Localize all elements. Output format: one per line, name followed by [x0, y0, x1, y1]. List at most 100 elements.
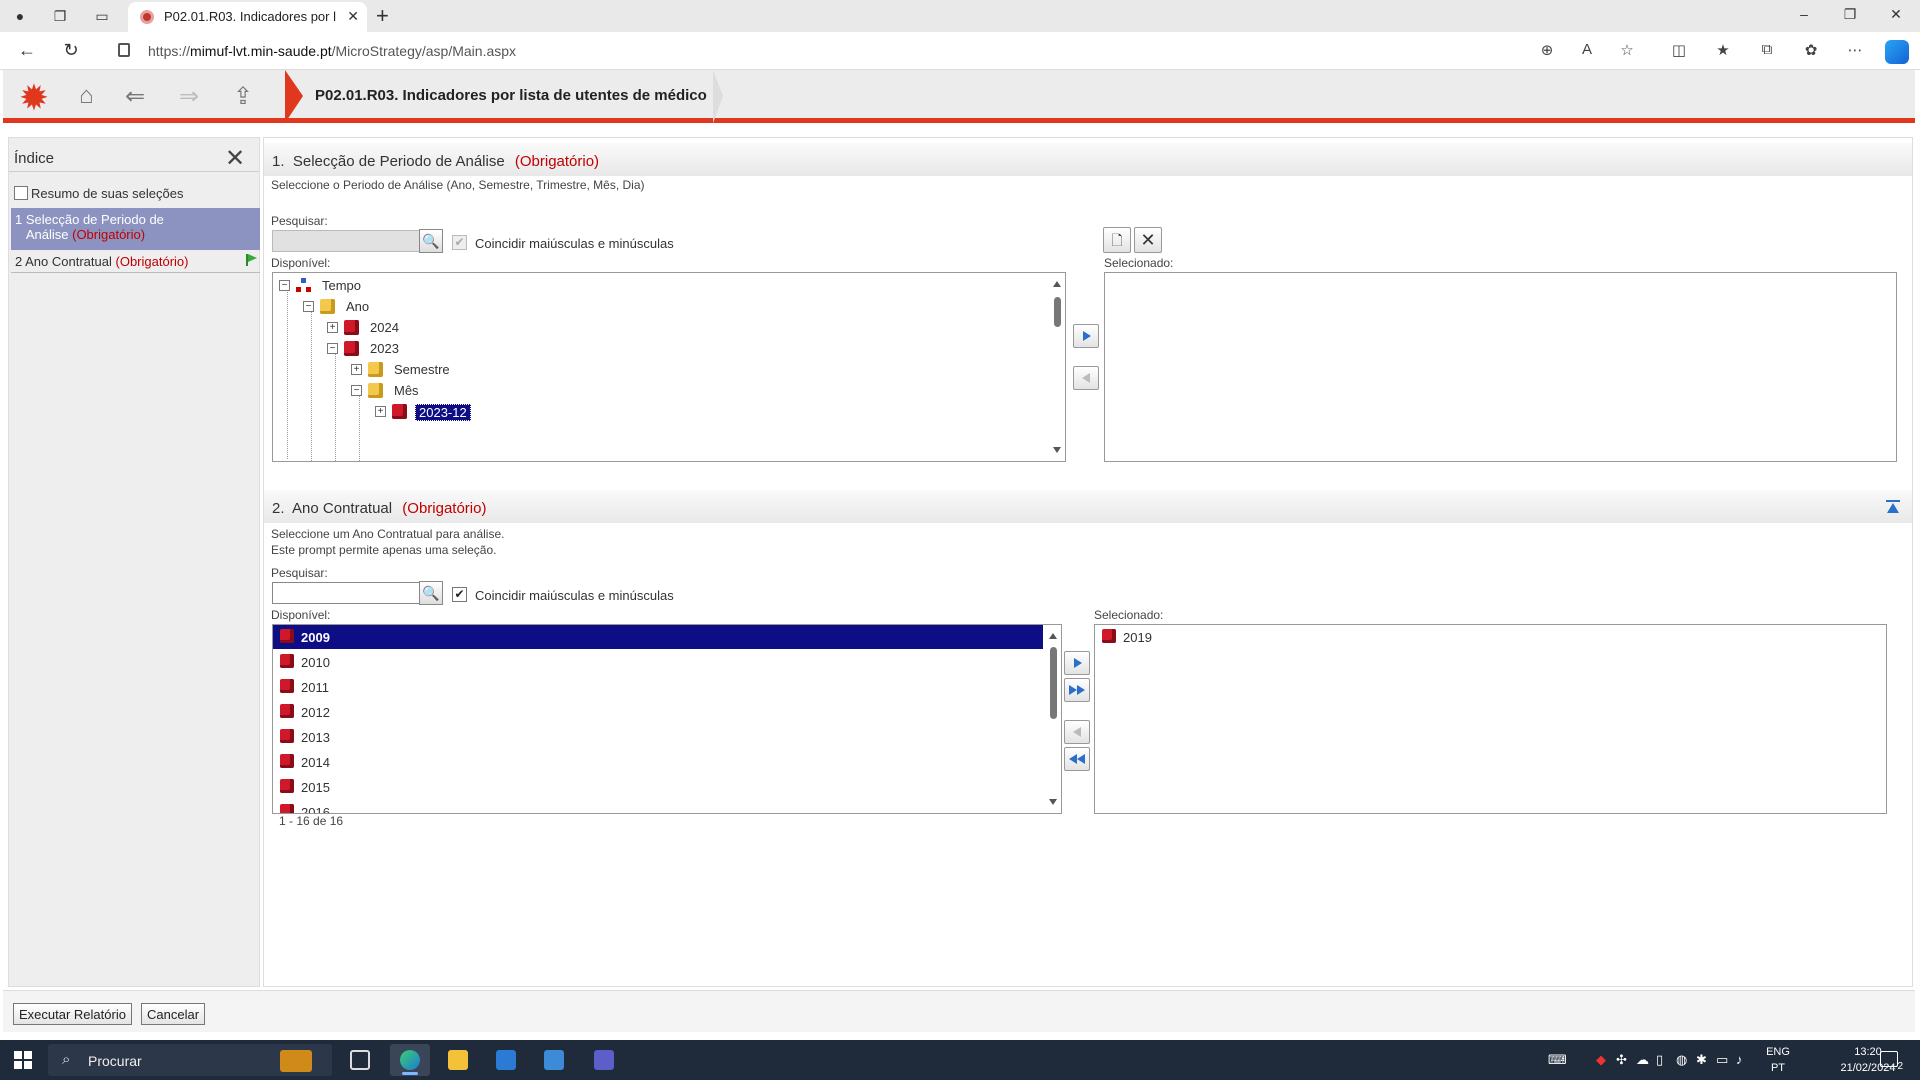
edge-browser-icon[interactable] [390, 1044, 430, 1076]
list-item[interactable]: 2010 [273, 650, 1043, 674]
notifications-icon[interactable]: 2 [1880, 1051, 1903, 1072]
back-icon[interactable]: ← [16, 40, 38, 61]
new-selection-icon[interactable]: 🗋 [1103, 227, 1131, 253]
browser-tab[interactable]: P02.01.R03. Indicadores por lista ✕ [128, 2, 367, 32]
restore-icon[interactable]: ❐ [1840, 6, 1860, 23]
section1-tree-scrollbar[interactable] [1049, 273, 1065, 461]
clear-selection-icon[interactable]: ✕ [1134, 227, 1162, 253]
collapse-node-icon[interactable]: − [327, 343, 338, 354]
remove-selection-button[interactable] [1073, 366, 1099, 390]
cancel-button[interactable]: Cancelar [141, 1003, 206, 1025]
new-tab-icon[interactable]: + [376, 3, 389, 29]
run-report-button[interactable]: Executar Relatório [13, 1003, 132, 1025]
home-icon[interactable]: ⌂ [79, 82, 94, 110]
security-icon[interactable]: ◍ [1676, 1052, 1687, 1068]
collapse-to-top-icon[interactable] [1886, 500, 1900, 514]
section2-available-list[interactable]: 2009 2010 2011 2012 2013 2014 2015 2016 [272, 624, 1062, 814]
collections-icon[interactable]: ⧉ [1756, 41, 1778, 58]
section1-search-icon[interactable]: 🔍 [419, 229, 443, 253]
copilot-icon[interactable] [1885, 40, 1909, 64]
workspaces-icon[interactable]: ❐ [50, 6, 70, 26]
upload-icon[interactable]: ⇪ [233, 82, 253, 111]
store-icon[interactable] [486, 1044, 526, 1076]
list-item[interactable]: 2009 [273, 625, 1043, 649]
tree-node-label[interactable]: 2023-12 [415, 404, 471, 421]
tab-actions-icon[interactable]: ▭ [92, 6, 112, 26]
cloud-icon[interactable]: ☁ [1636, 1052, 1649, 1068]
tree-node-label[interactable]: 2023 [367, 341, 402, 356]
list-item[interactable]: 2014 [273, 750, 1043, 774]
network-icon[interactable]: ▭ [1716, 1052, 1728, 1068]
task-view-icon[interactable] [340, 1044, 380, 1076]
acrobat-icon[interactable]: ◆ [1596, 1052, 1606, 1068]
mail-icon[interactable] [534, 1044, 574, 1076]
scroll-thumb[interactable] [1054, 297, 1061, 327]
section2-selected-list[interactable]: 2019 [1094, 624, 1887, 814]
keyboard-icon[interactable]: ⌨ [1548, 1052, 1567, 1068]
collapse-node-icon[interactable]: − [351, 385, 362, 396]
section1-available-tree[interactable]: − Tempo − Ano +2024−2023 + Semestre − Mês +2023-1… [272, 272, 1066, 462]
forward-nav-icon[interactable]: ⇒ [179, 82, 199, 111]
scroll-down-icon[interactable] [1053, 447, 1061, 453]
collapse-node-icon[interactable]: − [279, 280, 290, 291]
scroll-up-icon[interactable] [1053, 281, 1061, 287]
extensions-icon[interactable]: ✿ [1800, 41, 1822, 59]
volume-icon[interactable]: ♪ [1736, 1052, 1743, 1067]
tree-node-label[interactable]: 2024 [367, 320, 402, 335]
sidebar-item-periodo[interactable]: 1 Selecção de Periodo de Análise (Obriga… [11, 208, 260, 250]
read-aloud-icon[interactable]: A [1576, 41, 1598, 58]
section2-search-input[interactable] [272, 582, 420, 604]
collapse-node-icon[interactable]: − [303, 301, 314, 312]
add-all-button[interactable] [1064, 678, 1090, 702]
remove-all-button[interactable] [1064, 747, 1090, 771]
file-explorer-icon[interactable] [438, 1044, 478, 1076]
back-nav-icon[interactable]: ⇐ [125, 82, 145, 111]
list-item[interactable]: 2013 [273, 725, 1043, 749]
list-item[interactable]: 2016 [273, 800, 1043, 813]
split-screen-icon[interactable]: ◫ [1668, 41, 1690, 59]
tree-node-label[interactable]: Mês [391, 383, 422, 398]
selected-item[interactable]: 2019 [1095, 625, 1875, 649]
microstrategy-logo-icon[interactable]: ✹ [15, 80, 53, 118]
window-close-icon[interactable]: ✕ [1886, 6, 1906, 23]
section2-match-case-checkbox[interactable]: ✔ [452, 587, 467, 602]
bluetooth-icon[interactable]: ✱ [1696, 1052, 1707, 1068]
section1-match-case-checkbox[interactable]: ✔ [452, 235, 467, 250]
sidebar-close-icon[interactable]: ✕ [225, 144, 245, 173]
tab-close-icon[interactable]: ✕ [347, 8, 359, 25]
remove-selection-button[interactable] [1064, 720, 1090, 744]
tree-node-label[interactable]: Semestre [391, 362, 453, 377]
sidebar-summary-link[interactable]: Resumo de suas seleções [14, 186, 183, 201]
start-menu-icon[interactable] [14, 1051, 32, 1069]
tree-node-label[interactable]: Tempo [319, 278, 364, 293]
minimize-icon[interactable]: – [1794, 6, 1814, 22]
sidebar-item-ano-contratual[interactable]: 2 Ano Contratual (Obrigatório) [11, 251, 260, 273]
expand-node-icon[interactable]: + [351, 364, 362, 375]
scroll-down-icon[interactable] [1049, 799, 1057, 805]
section1-selected-list[interactable] [1104, 272, 1897, 462]
list-item[interactable]: 2011 [273, 675, 1043, 699]
url-field[interactable]: https://mimuf-lvt.min-saude.pt/MicroStra… [106, 36, 1586, 66]
favorite-star-icon[interactable]: ☆ [1616, 41, 1638, 59]
usb-icon[interactable]: ▯ [1656, 1052, 1663, 1068]
section2-search-icon[interactable]: 🔍 [419, 581, 443, 605]
scroll-up-icon[interactable] [1049, 633, 1057, 639]
tray-apps-icon[interactable]: ✣ [1616, 1052, 1627, 1068]
zoom-icon[interactable]: ⊕ [1536, 41, 1558, 59]
taskbar-search[interactable]: ⌕ Procurar [48, 1044, 332, 1076]
language-indicator[interactable]: ENG PT [1766, 1044, 1790, 1076]
profile-icon[interactable]: ● [10, 6, 30, 26]
tree-node-label[interactable]: Ano [343, 299, 372, 314]
expand-node-icon[interactable]: + [375, 406, 386, 417]
add-selection-button[interactable] [1073, 324, 1099, 348]
favorites-icon[interactable]: ★ [1712, 41, 1734, 59]
expand-node-icon[interactable]: + [327, 322, 338, 333]
list-item[interactable]: 2015 [273, 775, 1043, 799]
refresh-icon[interactable]: ↻ [60, 40, 82, 61]
more-options-icon[interactable]: ⋯ [1844, 41, 1866, 59]
list-item[interactable]: 2012 [273, 700, 1043, 724]
add-selection-button[interactable] [1064, 651, 1090, 675]
teams-icon[interactable] [584, 1044, 624, 1076]
section1-search-input[interactable] [272, 230, 420, 252]
scroll-thumb[interactable] [1050, 647, 1057, 719]
